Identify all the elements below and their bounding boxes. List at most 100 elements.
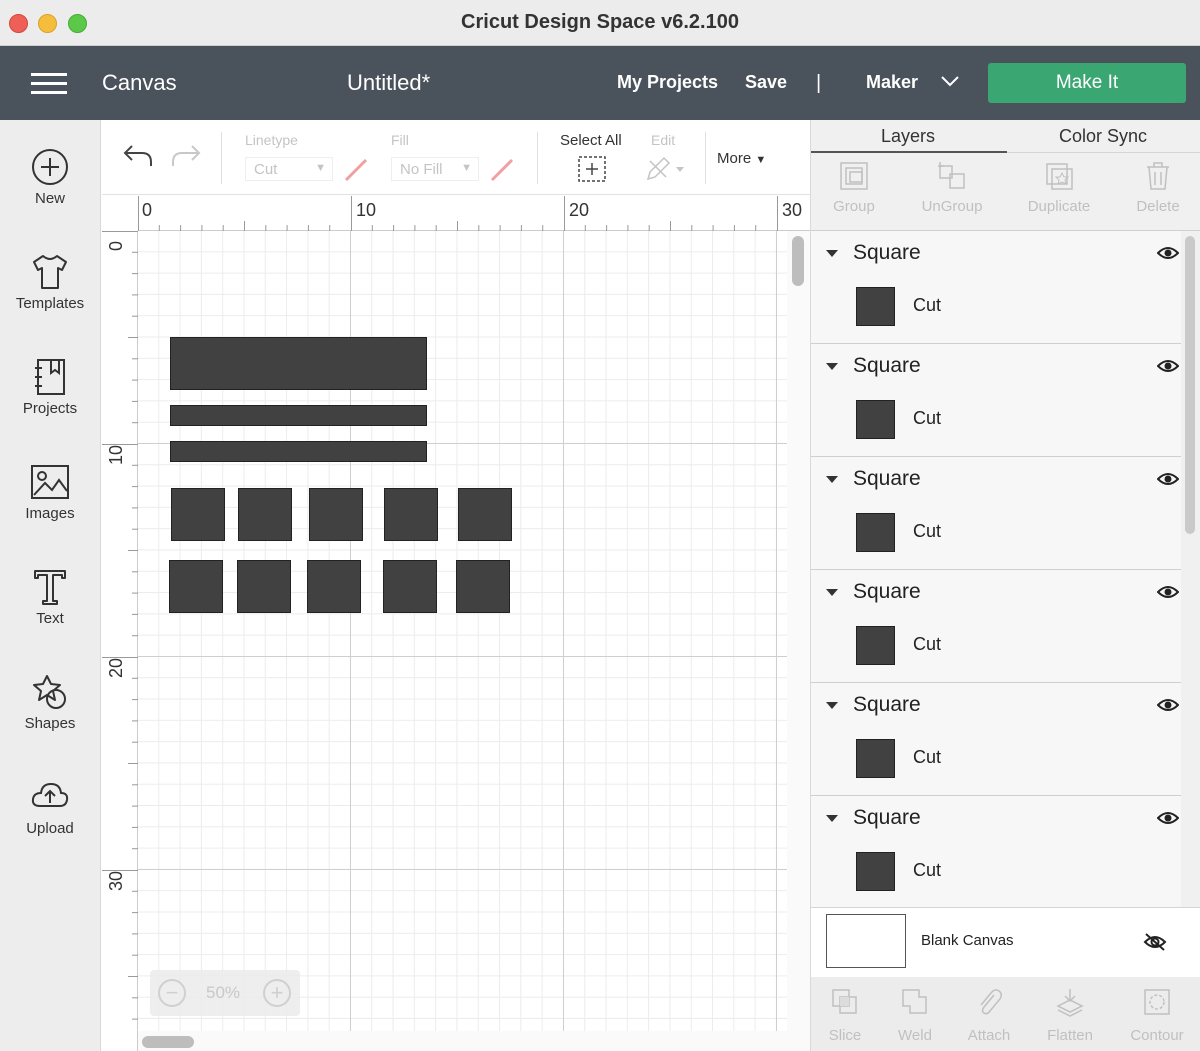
- more-menu[interactable]: More ▼: [717, 150, 766, 167]
- slice-button[interactable]: Slice: [823, 987, 867, 1044]
- expand-triangle-icon[interactable]: [826, 476, 838, 483]
- edit-pencil-icon[interactable]: [644, 155, 686, 183]
- toolbar-divider: [537, 132, 538, 184]
- expand-triangle-icon[interactable]: [826, 589, 838, 596]
- flatten-label: Flatten: [1047, 1027, 1093, 1044]
- expand-triangle-icon[interactable]: [826, 702, 838, 709]
- ungroup-button[interactable]: UnGroup: [917, 160, 987, 215]
- visibility-eye-icon[interactable]: [1157, 697, 1179, 713]
- ruler-top-ticks: [138, 196, 778, 231]
- slice-icon: [832, 989, 857, 1014]
- flatten-button[interactable]: Flatten: [1043, 987, 1097, 1044]
- blank-canvas-row[interactable]: Blank Canvas: [811, 907, 1200, 977]
- canvas-square-shape[interactable]: [237, 560, 291, 613]
- redo-icon[interactable]: [170, 142, 202, 168]
- tab-layers[interactable]: Layers: [881, 126, 935, 147]
- canvas-square-shape[interactable]: [170, 441, 427, 462]
- chevron-down-icon[interactable]: [940, 74, 960, 88]
- visibility-eye-icon[interactable]: [1157, 358, 1179, 374]
- cloud-upload-icon: [31, 782, 69, 807]
- sidebar-item-new[interactable]: New: [0, 146, 100, 207]
- sidebar-item-text[interactable]: Text: [0, 566, 100, 627]
- attach-button[interactable]: Attach: [963, 987, 1015, 1044]
- fill-color-swatch-icon[interactable]: [488, 156, 516, 184]
- expand-triangle-icon[interactable]: [826, 815, 838, 822]
- visibility-eye-icon[interactable]: [1157, 810, 1179, 826]
- sidebar-item-label: Shapes: [24, 715, 76, 732]
- layer-row[interactable]: Square Cut: [811, 231, 1181, 344]
- layer-name: Square: [853, 806, 921, 829]
- design-canvas[interactable]: 0 10 20 30 0 10 20 30 − 50% +: [102, 196, 810, 1051]
- select-all-icon[interactable]: [577, 155, 607, 183]
- attach-label: Attach: [967, 1027, 1011, 1044]
- layer-operation: Cut: [913, 860, 942, 880]
- sidebar-item-shapes[interactable]: Shapes: [0, 671, 100, 732]
- sidebar-item-templates[interactable]: Templates: [0, 251, 100, 312]
- hamburger-menu-icon[interactable]: [31, 73, 67, 95]
- tab-color-sync[interactable]: Color Sync: [1059, 126, 1147, 147]
- weld-button[interactable]: Weld: [893, 987, 937, 1044]
- image-icon: [31, 465, 69, 499]
- canvas-square-shape[interactable]: [456, 560, 510, 613]
- sidebar-item-projects[interactable]: Projects: [0, 356, 100, 417]
- visibility-eye-icon[interactable]: [1157, 471, 1179, 487]
- linetype-select[interactable]: Cut ▼: [245, 157, 333, 181]
- machine-selector[interactable]: Maker: [866, 72, 918, 93]
- project-name[interactable]: Untitled*: [347, 70, 430, 96]
- ruler-left: 0 10 20 30: [102, 231, 138, 1051]
- fill-select[interactable]: No Fill ▼: [391, 157, 479, 181]
- save-button[interactable]: Save: [745, 72, 787, 93]
- ruler-top: 0 10 20 30: [138, 196, 810, 231]
- text-t-icon: [34, 570, 66, 605]
- zoom-in-button[interactable]: +: [263, 979, 291, 1007]
- canvas-square-shape[interactable]: [238, 488, 292, 541]
- layer-swatch: [856, 852, 895, 891]
- visibility-eye-icon[interactable]: [1157, 584, 1179, 600]
- group-button[interactable]: Group: [829, 160, 879, 215]
- zoom-out-button[interactable]: −: [158, 979, 186, 1007]
- hidden-eye-icon[interactable]: [1143, 932, 1167, 952]
- canvas-toolbar: Linetype Cut ▼ Fill No Fill ▼ Select All…: [102, 120, 810, 195]
- undo-icon[interactable]: [122, 142, 154, 168]
- canvas-square-shape[interactable]: [307, 560, 361, 613]
- canvas-vertical-scrollbar[interactable]: [792, 236, 804, 286]
- canvas-square-shape[interactable]: [171, 488, 225, 541]
- group-icon: [840, 162, 868, 190]
- sidebar-item-upload[interactable]: Upload: [0, 776, 100, 837]
- sidebar-item-images[interactable]: Images: [0, 461, 100, 522]
- my-projects-link[interactable]: My Projects: [617, 72, 718, 93]
- layer-operation: Cut: [913, 295, 942, 315]
- contour-button[interactable]: Contour: [1125, 987, 1189, 1044]
- blank-canvas-swatch[interactable]: [826, 914, 906, 968]
- canvas-grid[interactable]: [138, 231, 787, 1031]
- make-it-button[interactable]: Make It: [988, 63, 1186, 103]
- ruler-left-label: 30: [106, 870, 126, 891]
- canvas-square-shape[interactable]: [458, 488, 512, 541]
- ruler-corner: [102, 196, 138, 231]
- plus-circle-icon: [32, 149, 68, 185]
- expand-triangle-icon[interactable]: [826, 363, 838, 370]
- linetype-color-swatch-icon[interactable]: [342, 156, 370, 184]
- layer-row[interactable]: Square Cut: [811, 457, 1181, 570]
- ruler-left-ticks: [102, 231, 138, 1020]
- layer-row[interactable]: Square Cut: [811, 570, 1181, 683]
- canvas-horizontal-scrollbar[interactable]: [142, 1036, 194, 1048]
- layer-row[interactable]: Square Cut: [811, 683, 1181, 796]
- layer-row[interactable]: Square Cut: [811, 344, 1181, 457]
- canvas-square-shape[interactable]: [169, 560, 223, 613]
- duplicate-icon: [1046, 163, 1073, 190]
- canvas-square-shape[interactable]: [383, 560, 437, 613]
- expand-triangle-icon[interactable]: [826, 250, 838, 257]
- layer-swatch: [856, 626, 895, 665]
- layer-row[interactable]: Square Cut: [811, 796, 1181, 909]
- visibility-eye-icon[interactable]: [1157, 245, 1179, 261]
- canvas-square-shape[interactable]: [170, 405, 427, 426]
- fill-label: Fill: [391, 132, 409, 148]
- canvas-square-shape[interactable]: [384, 488, 438, 541]
- canvas-square-shape[interactable]: [309, 488, 363, 541]
- delete-button[interactable]: Delete: [1133, 160, 1183, 215]
- canvas-square-shape[interactable]: [170, 337, 427, 390]
- sidebar-item-label: Images: [25, 505, 75, 522]
- layers-scrollbar[interactable]: [1185, 236, 1195, 534]
- duplicate-button[interactable]: Duplicate: [1023, 160, 1095, 215]
